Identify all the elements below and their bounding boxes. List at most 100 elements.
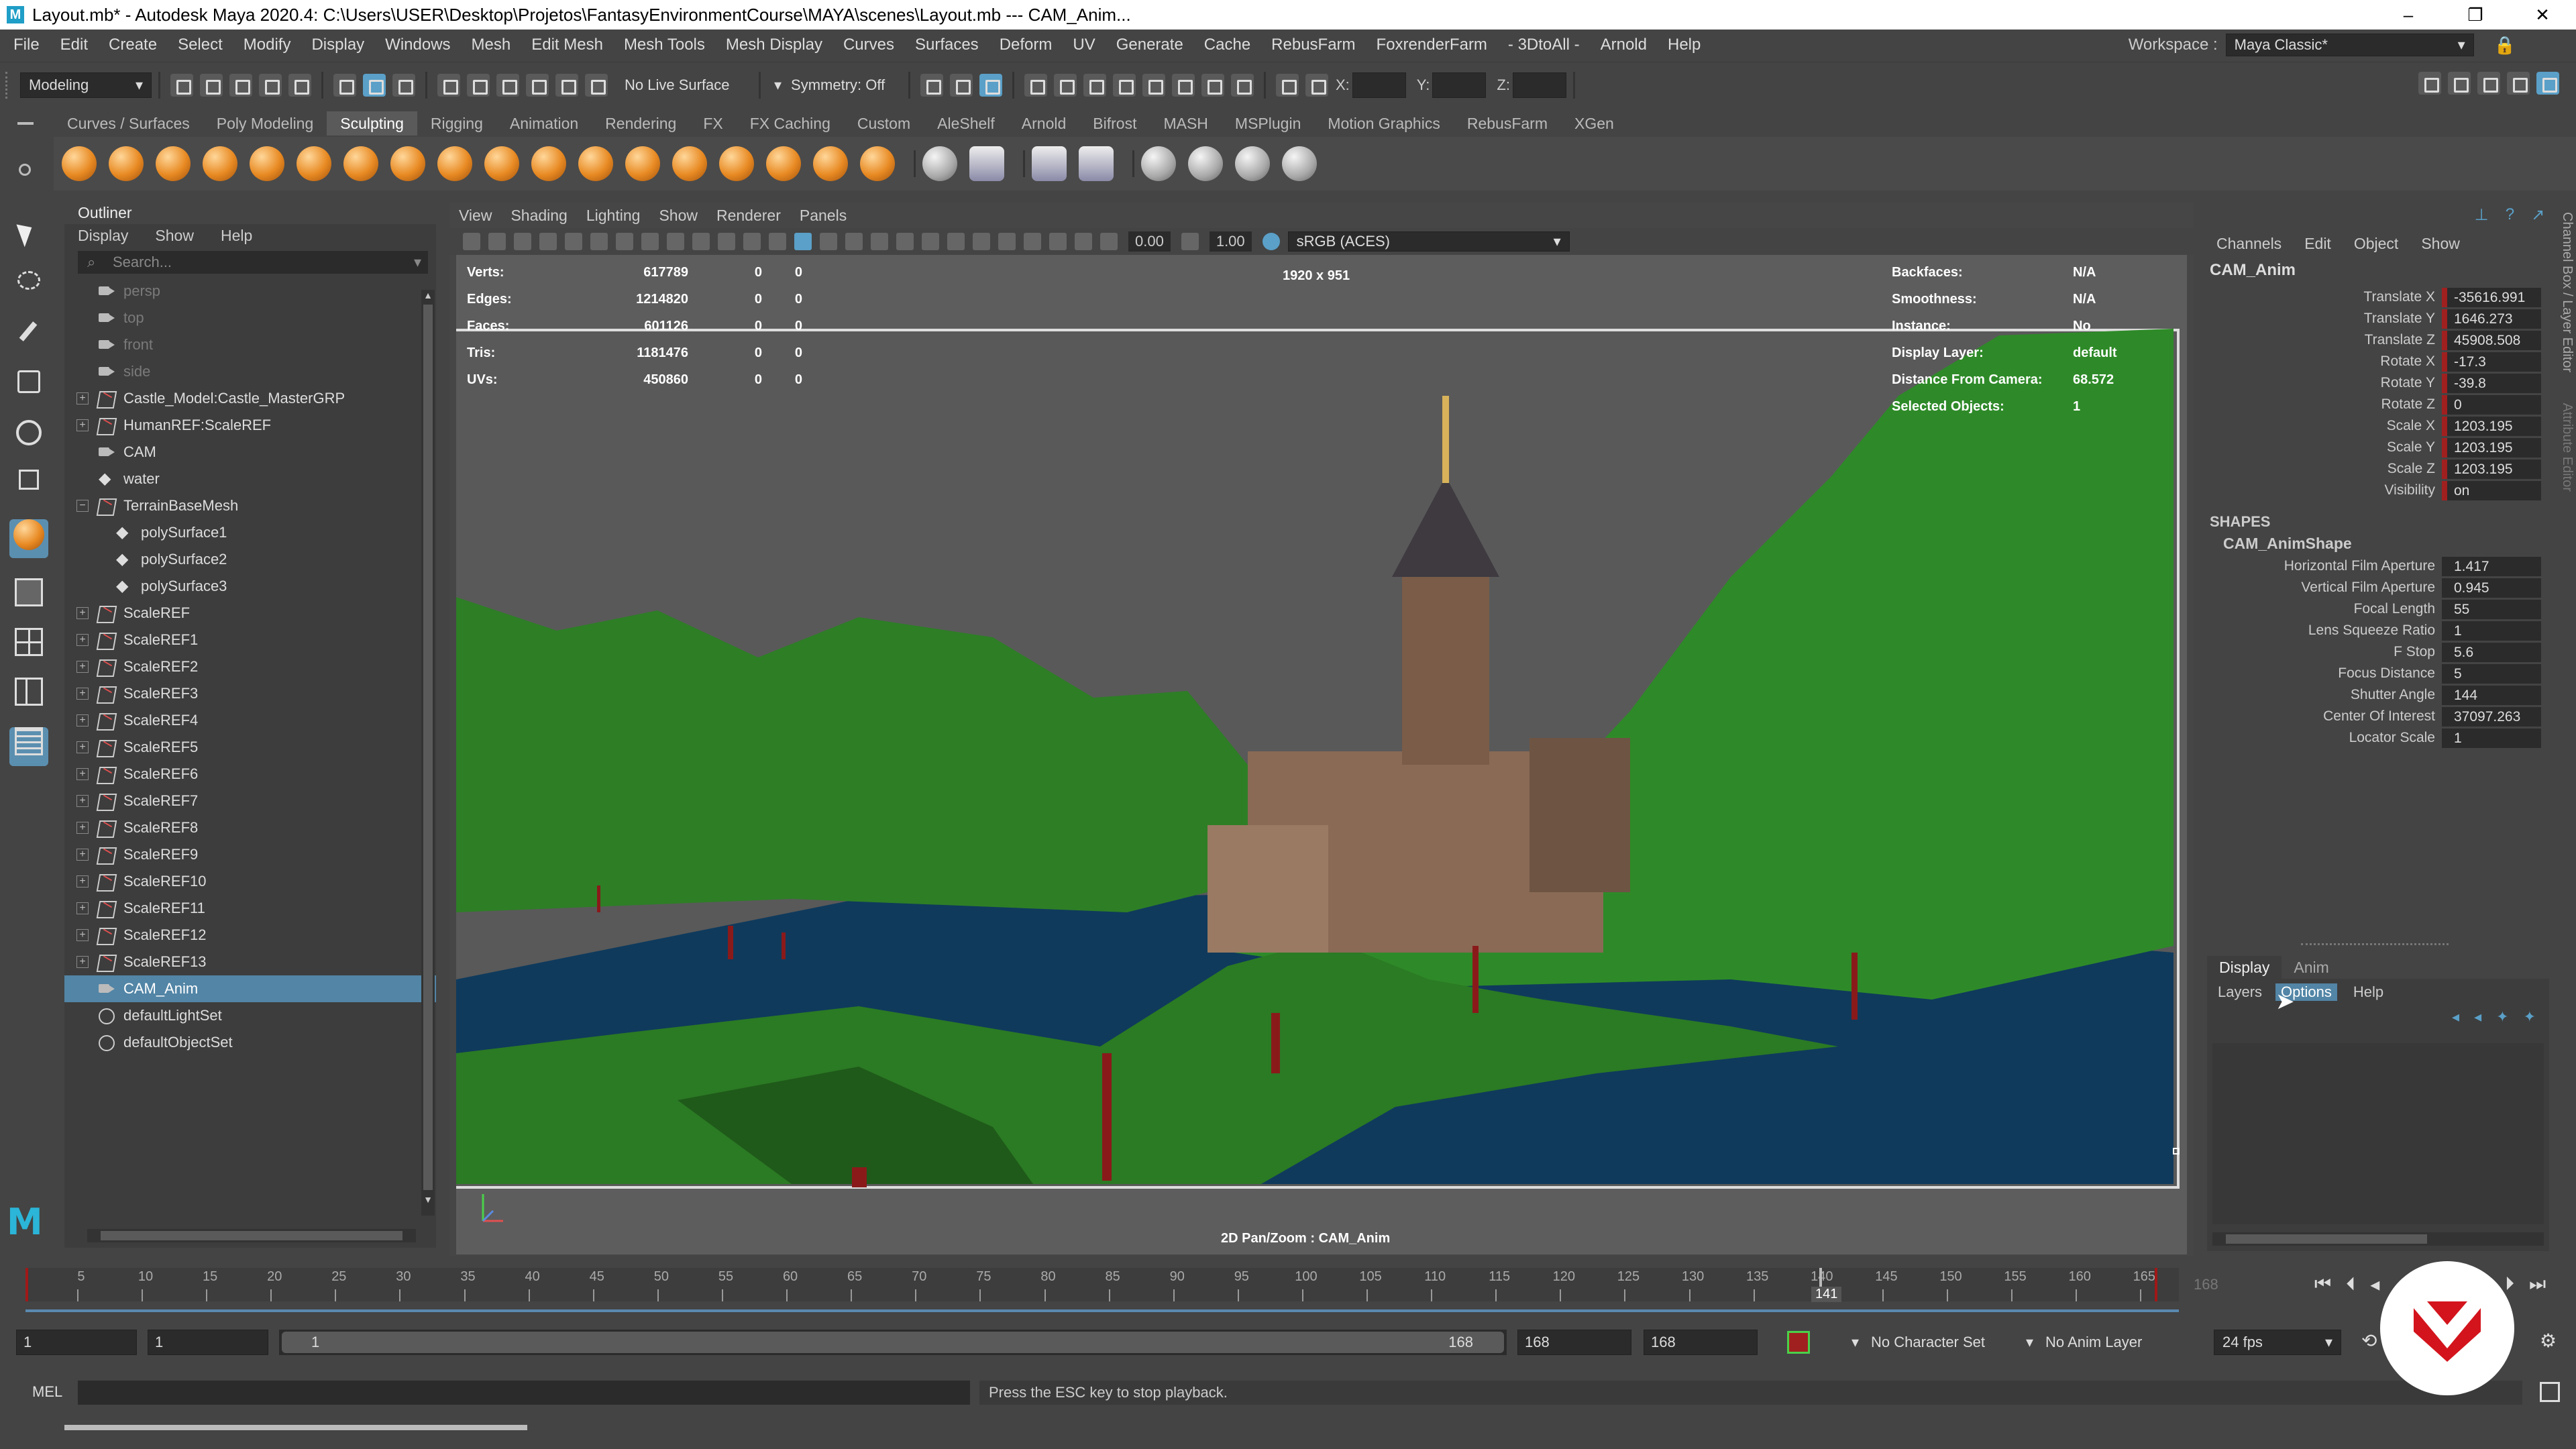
- outliner-item[interactable]: + ScaleREF4: [64, 707, 436, 734]
- expand-toggle-icon[interactable]: +: [76, 795, 89, 807]
- shelf-tab-mash[interactable]: MASH: [1150, 111, 1221, 136]
- outliner-item[interactable]: front: [64, 331, 436, 358]
- scroll-thumb[interactable]: [423, 305, 433, 1190]
- channel-row[interactable]: Translate Z 45908.508: [2200, 329, 2556, 351]
- persp-outliner-layout-icon[interactable]: [9, 678, 48, 716]
- auto-key-icon[interactable]: [1787, 1331, 1810, 1354]
- amplify-tool-icon[interactable]: [813, 146, 848, 181]
- outliner-item[interactable]: + ScaleREF3: [64, 680, 436, 707]
- brush-settings-icon[interactable]: [1282, 146, 1317, 181]
- select-tool-icon[interactable]: [9, 219, 48, 260]
- channel-label[interactable]: Center Of Interest: [2200, 708, 2442, 724]
- outliner-item[interactable]: defaultLightSet: [64, 1002, 436, 1029]
- camera-attributes-icon[interactable]: [488, 233, 506, 250]
- panel-divider-grip[interactable]: [2301, 943, 2449, 949]
- stamp-icon[interactable]: [1235, 146, 1270, 181]
- field-chart-icon[interactable]: [718, 233, 735, 250]
- channel-value-field[interactable]: -35616.991: [2442, 287, 2541, 307]
- paint-select-tool-icon[interactable]: [9, 321, 48, 360]
- channel-label[interactable]: Translate X: [2200, 289, 2442, 305]
- menu-help[interactable]: Help: [1668, 36, 1701, 54]
- playback-start-field[interactable]: 1: [148, 1330, 268, 1355]
- shelf-tab-fx-caching[interactable]: FX Caching: [737, 111, 844, 136]
- select-component-icon[interactable]: [392, 73, 415, 97]
- four-view-layout-icon[interactable]: [9, 628, 48, 667]
- outliner-item[interactable]: + ScaleREF13: [64, 949, 436, 975]
- xray-components-icon[interactable]: [1075, 233, 1092, 250]
- menu-display[interactable]: Display: [311, 36, 364, 54]
- menu-curves[interactable]: Curves: [843, 36, 894, 54]
- outliner-item[interactable]: CAM: [64, 439, 436, 466]
- outliner-hscrollbar[interactable]: [87, 1229, 416, 1242]
- shelf-tab-xgen[interactable]: XGen: [1561, 111, 1627, 136]
- maximize-button[interactable]: ❐: [2442, 0, 2509, 30]
- x-field[interactable]: [1352, 72, 1406, 98]
- scroll-down-icon[interactable]: ▼: [421, 1194, 435, 1205]
- channel-menu-object[interactable]: Object: [2354, 235, 2398, 253]
- outliner-item[interactable]: CAM_Anim: [64, 975, 436, 1002]
- redo-icon[interactable]: [288, 73, 311, 97]
- outliner-item[interactable]: + Castle_Model:Castle_MasterGRP: [64, 385, 436, 412]
- channel-label[interactable]: Rotate X: [2200, 354, 2442, 370]
- channel-value-field[interactable]: 144: [2442, 685, 2541, 705]
- scroll-up-icon[interactable]: ▲: [421, 290, 435, 301]
- live-surface-field[interactable]: No Live Surface: [618, 72, 752, 98]
- channel-menu-edit[interactable]: Edit: [2304, 235, 2331, 253]
- shape-editor-icon[interactable]: [1079, 146, 1114, 181]
- outliner-menu-display[interactable]: Display: [78, 227, 128, 245]
- viewport-menu-view[interactable]: View: [459, 207, 492, 225]
- imprint-tool-icon[interactable]: [484, 146, 519, 181]
- outliner-item[interactable]: + ScaleREF6: [64, 761, 436, 788]
- channel-value-field[interactable]: 37097.263: [2442, 706, 2541, 727]
- gate-mask-icon[interactable]: [692, 233, 710, 250]
- channel-row[interactable]: Horizontal Film Aperture 1.417: [2200, 555, 2556, 577]
- safe-action-icon[interactable]: [743, 233, 761, 250]
- channel-row[interactable]: Center Of Interest 37097.263: [2200, 706, 2556, 727]
- channel-label[interactable]: Focal Length: [2200, 601, 2442, 617]
- shelf-tab-poly-modeling[interactable]: Poly Modeling: [203, 111, 327, 136]
- outliner-item[interactable]: + ScaleREF10: [64, 868, 436, 895]
- outliner-item[interactable]: + ScaleREF8: [64, 814, 436, 841]
- menu-surfaces[interactable]: Surfaces: [915, 36, 979, 54]
- go-to-start-icon[interactable]: ⏮: [2314, 1273, 2331, 1295]
- channel-row[interactable]: Focal Length 55: [2200, 598, 2556, 620]
- help-icon[interactable]: ?: [2506, 205, 2514, 229]
- ipr-render-icon[interactable]: [1083, 73, 1106, 97]
- menu-edit-mesh[interactable]: Edit Mesh: [531, 36, 603, 54]
- save-scene-icon[interactable]: [229, 73, 252, 97]
- texture-deformer-icon[interactable]: [1141, 146, 1176, 181]
- channel-row[interactable]: Scale X 1203.195: [2200, 415, 2556, 437]
- channel-row[interactable]: Rotate Z0: [2200, 394, 2556, 415]
- channel-label[interactable]: Lens Squeeze Ratio: [2200, 623, 2442, 639]
- knife-tool-icon[interactable]: [672, 146, 707, 181]
- shelf-tab-rigging[interactable]: Rigging: [417, 111, 496, 136]
- float-panel-icon[interactable]: ↗: [2531, 205, 2544, 229]
- construction-history-icon[interactable]: [979, 73, 1002, 97]
- render-setup-icon[interactable]: [1172, 73, 1195, 97]
- snap-curve-icon[interactable]: [467, 73, 490, 97]
- layer-hscroll-thumb[interactable]: [2226, 1234, 2427, 1244]
- channel-value-field[interactable]: 1203.195: [2442, 437, 2541, 458]
- animation-prefs-icon[interactable]: ⚙: [2540, 1330, 2557, 1352]
- wireframe-icon[interactable]: [769, 233, 786, 250]
- menu-edit[interactable]: Edit: [60, 36, 88, 54]
- channel-value-field[interactable]: 0.945: [2442, 578, 2541, 598]
- expand-toggle-icon[interactable]: +: [76, 607, 89, 619]
- create-layer-icon[interactable]: ✦: [2496, 1008, 2508, 1026]
- channel-value-field[interactable]: 5.6: [2442, 642, 2541, 662]
- viewport-menu-shading[interactable]: Shading: [511, 207, 567, 225]
- smooth-tool-icon[interactable]: [109, 146, 144, 181]
- channel-label[interactable]: Scale Z: [2200, 461, 2442, 477]
- modeling-toolkit-icon[interactable]: [2448, 72, 2471, 95]
- outliner-item[interactable]: polySurface2: [64, 546, 436, 573]
- render-view-icon[interactable]: [1024, 73, 1047, 97]
- expand-toggle-icon[interactable]: +: [76, 902, 89, 914]
- outliner-item[interactable]: + ScaleREF2: [64, 653, 436, 680]
- gamma-icon[interactable]: [1181, 233, 1199, 250]
- shelf-tab-animation[interactable]: Animation: [496, 111, 592, 136]
- render-frame-icon[interactable]: [1054, 73, 1077, 97]
- menu-uv[interactable]: UV: [1073, 36, 1095, 54]
- expand-toggle-icon[interactable]: +: [76, 741, 89, 753]
- playback-end-field[interactable]: 168: [1517, 1330, 1631, 1355]
- outliner-scrollbar[interactable]: ▲ ▼: [421, 290, 435, 1216]
